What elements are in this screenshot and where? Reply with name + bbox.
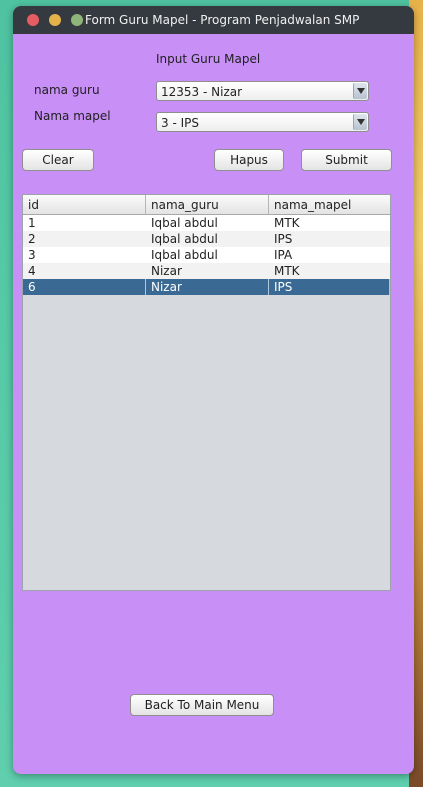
- cell-id: 2: [28, 232, 36, 246]
- mapel-select-value: 3 - IPS: [161, 116, 199, 130]
- table-row-selected[interactable]: 6 Nizar IPS: [23, 279, 390, 295]
- table-body: 1 Iqbal abdul MTK 2 Iqbal abdul IPS 3 Iq…: [23, 215, 390, 295]
- close-icon[interactable]: [27, 14, 39, 26]
- title-bar[interactable]: Form Guru Mapel - Program Penjadwalan SM…: [13, 6, 414, 34]
- cell-nama-guru: Iqbal abdul: [151, 216, 218, 230]
- table-header: id nama_guru nama_mapel: [23, 195, 390, 215]
- cell-nama-guru: Iqbal abdul: [151, 232, 218, 246]
- guru-select[interactable]: 12353 - Nizar: [156, 81, 369, 101]
- cell-nama-mapel: MTK: [274, 216, 300, 230]
- column-header-nama-mapel[interactable]: nama_mapel: [269, 195, 390, 215]
- cell-nama-mapel: IPS: [274, 232, 293, 246]
- table-row[interactable]: 2 Iqbal abdul IPS: [23, 231, 390, 247]
- column-header-id[interactable]: id: [23, 195, 146, 215]
- cell-id: 4: [28, 264, 36, 278]
- chevron-down-icon[interactable]: [353, 114, 367, 130]
- window-title: Form Guru Mapel - Program Penjadwalan SM…: [85, 13, 360, 27]
- maximize-icon[interactable]: [71, 14, 83, 26]
- hapus-button[interactable]: Hapus: [214, 149, 284, 171]
- minimize-icon[interactable]: [49, 14, 61, 26]
- column-header-nama-guru[interactable]: nama_guru: [146, 195, 269, 215]
- guru-label: nama guru: [34, 83, 100, 97]
- cell-id: 6: [23, 279, 146, 295]
- cell-nama-mapel: MTK: [274, 264, 300, 278]
- table-row[interactable]: 1 Iqbal abdul MTK: [23, 215, 390, 231]
- mapel-label: Nama mapel: [34, 109, 111, 123]
- cell-nama-mapel: IPS: [269, 279, 390, 295]
- cell-id: 1: [28, 216, 36, 230]
- cell-nama-guru: Iqbal abdul: [151, 248, 218, 262]
- cell-nama-guru: Nizar: [151, 264, 182, 278]
- submit-button[interactable]: Submit: [301, 149, 392, 171]
- guru-mapel-table[interactable]: id nama_guru nama_mapel 1 Iqbal abdul MT…: [22, 194, 391, 591]
- table-row[interactable]: 4 Nizar MTK: [23, 263, 390, 279]
- app-window: Form Guru Mapel - Program Penjadwalan SM…: [13, 6, 414, 774]
- cell-nama-mapel: IPA: [274, 248, 293, 262]
- cell-id: 3: [28, 248, 36, 262]
- chevron-down-icon[interactable]: [353, 83, 367, 99]
- form-heading: Input Guru Mapel: [156, 52, 261, 66]
- table-row[interactable]: 3 Iqbal abdul IPA: [23, 247, 390, 263]
- back-to-main-menu-button[interactable]: Back To Main Menu: [130, 694, 274, 716]
- cell-nama-guru: Nizar: [146, 279, 269, 295]
- clear-button[interactable]: Clear: [22, 149, 94, 171]
- mapel-select[interactable]: 3 - IPS: [156, 112, 369, 132]
- guru-select-value: 12353 - Nizar: [161, 85, 243, 99]
